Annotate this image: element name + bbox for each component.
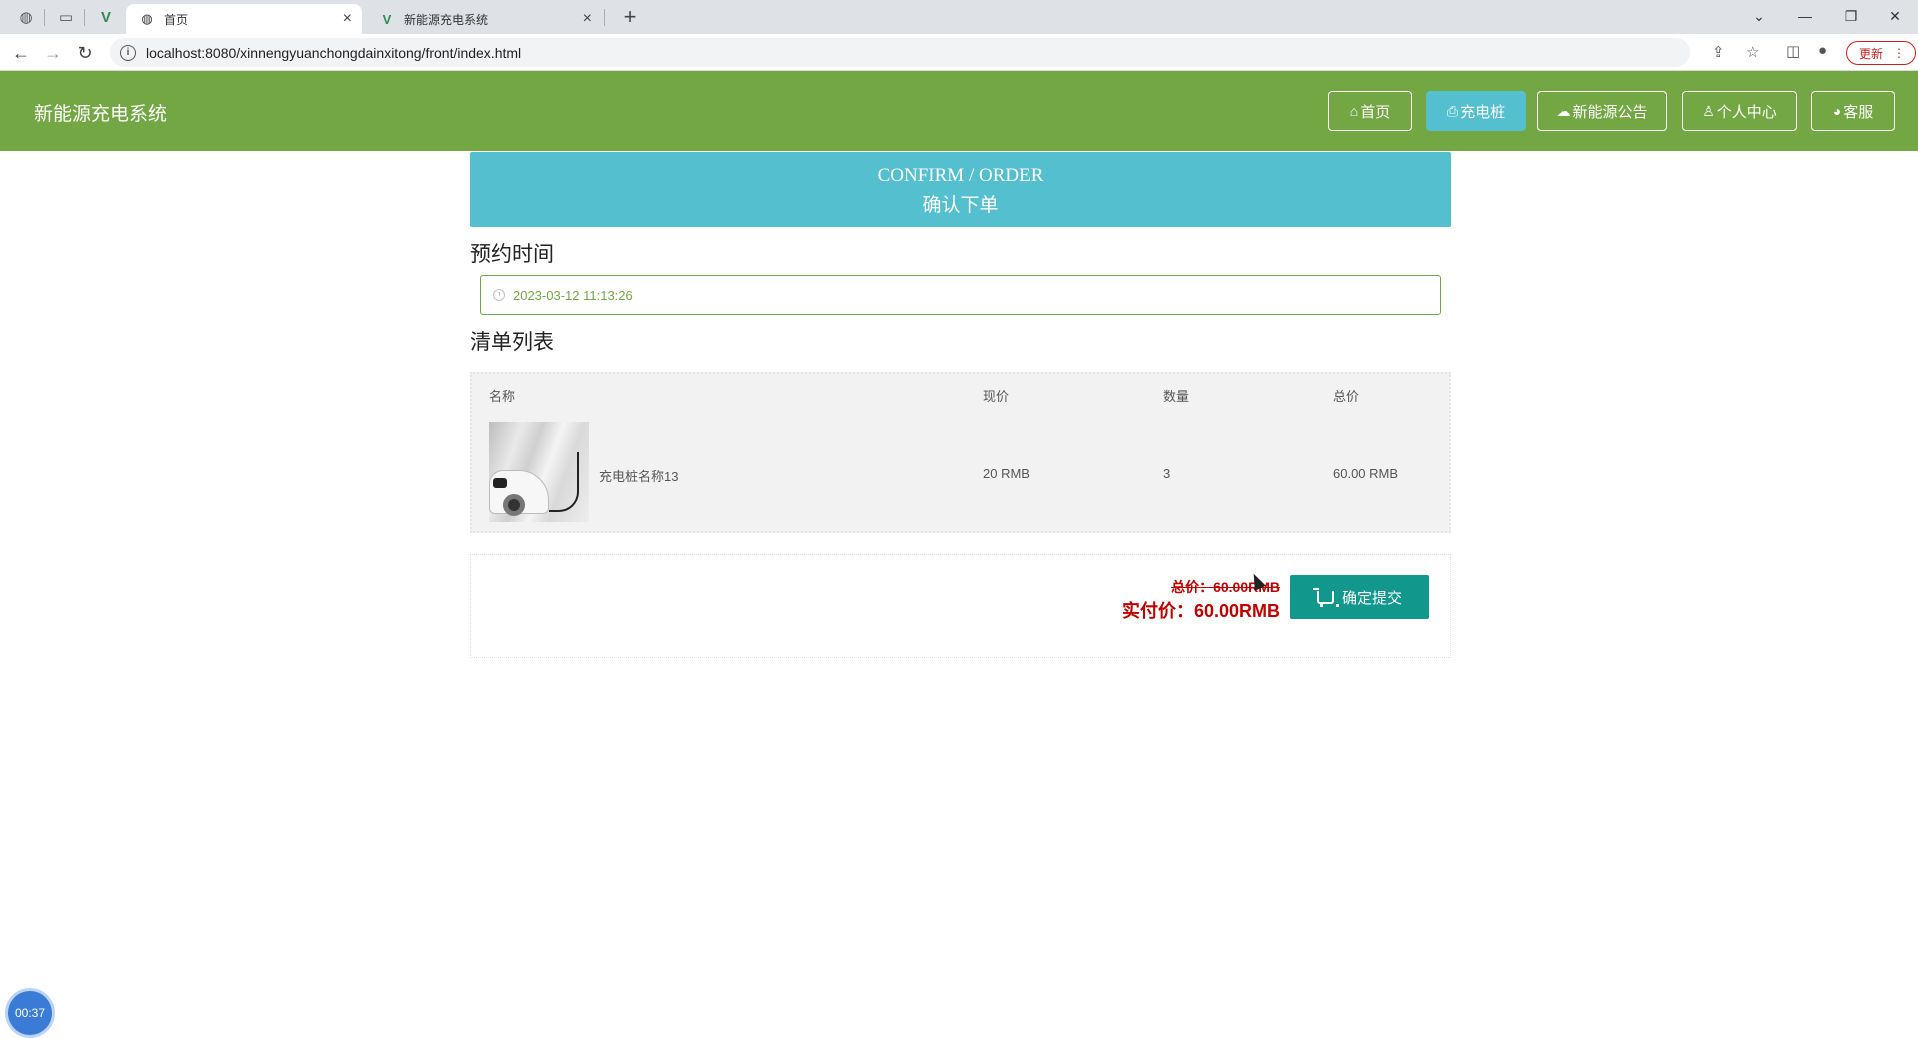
- column-header-total: 总价: [1333, 389, 1360, 404]
- more-menu-icon: ⋮: [1893, 46, 1906, 60]
- nav-personal-center[interactable]: ♙ 个人中心: [1682, 91, 1797, 131]
- product-name: 充电桩名称13: [599, 469, 679, 484]
- nav-customer-service[interactable]: ◕ 客服: [1811, 91, 1895, 131]
- browser-toolbar: ← → ↻ i localhost:8080/xinnengyuanchongd…: [0, 34, 1918, 71]
- booking-time-title: 预约时间: [470, 243, 554, 266]
- order-summary: 总价：60.00RMB 实付价：60.00RMB 确定提交: [470, 554, 1451, 658]
- product-total: 60.00 RMB: [1333, 466, 1399, 481]
- printer-icon: ⎙: [1446, 102, 1459, 119]
- nav-charging-pile[interactable]: ⎙ 充电桩: [1426, 91, 1526, 131]
- tab-separator: [44, 9, 45, 26]
- product-image: [489, 422, 589, 522]
- forward-button[interactable]: →: [40, 40, 66, 66]
- restore-button[interactable]: ❐: [1828, 3, 1874, 29]
- nav-label: 客服: [1843, 103, 1874, 121]
- user-icon: ♙: [1702, 102, 1715, 119]
- tab-title: 首页: [164, 12, 189, 27]
- tab-home[interactable]: ◍ 首页 ×: [126, 4, 362, 34]
- globe-icon: ◍: [141, 11, 153, 26]
- cart-icon: [1312, 587, 1339, 607]
- tab-search-chevron-icon[interactable]: ⌄: [1736, 3, 1782, 29]
- column-header-name: 名称: [489, 389, 516, 404]
- submit-label: 确定提交: [1341, 589, 1402, 607]
- paid-price: 实付价：60.00RMB: [1121, 601, 1280, 621]
- pinned-tab-vue-icon[interactable]: V: [92, 6, 120, 28]
- new-tab-button[interactable]: +: [616, 4, 644, 29]
- brand-title: 新能源充电系统: [34, 104, 168, 125]
- side-panel-icon[interactable]: ◫: [1786, 42, 1800, 60]
- update-label: 更新: [1859, 46, 1884, 61]
- total-price: 总价：60.00RMB: [1171, 579, 1280, 595]
- banner-title-zh: 确认下单: [922, 195, 999, 216]
- reload-button[interactable]: ↻: [72, 40, 98, 66]
- back-button[interactable]: ←: [8, 40, 34, 66]
- clock-icon: [493, 289, 505, 301]
- bookmark-star-icon[interactable]: ☆: [1746, 43, 1759, 61]
- wheel-shape: [503, 494, 525, 516]
- app-header: 新能源充电系统 ⌂ 首页 ⎙ 充电桩 ☁ 新能源公告 ♙ 个人中心 ◕ 客服: [0, 71, 1918, 151]
- url-text[interactable]: localhost:8080/xinnengyuanchongdainxiton…: [146, 45, 521, 61]
- order-list-title: 清单列表: [470, 331, 554, 354]
- service-icon: ◕: [1832, 103, 1842, 119]
- site-info-icon[interactable]: i: [120, 44, 136, 61]
- update-button[interactable]: 更新 ⋮: [1846, 41, 1917, 65]
- nav-announcements[interactable]: ☁ 新能源公告: [1537, 91, 1667, 131]
- nav-home[interactable]: ⌂ 首页: [1328, 91, 1412, 131]
- pinned-tab-page-icon[interactable]: ▭: [52, 6, 80, 28]
- tab-separator: [604, 9, 605, 26]
- share-icon[interactable]: ⇪: [1712, 43, 1725, 61]
- product-price: 20 RMB: [983, 466, 1030, 481]
- submit-order-button[interactable]: 确定提交: [1290, 575, 1429, 619]
- vue-icon: V: [382, 11, 392, 27]
- minimize-button[interactable]: —: [1782, 3, 1828, 29]
- booking-time-value[interactable]: 2023-03-12 11:13:26: [513, 288, 633, 303]
- address-bar[interactable]: i localhost:8080/xinnengyuanchongdainxit…: [110, 38, 1759, 67]
- confirm-order-banner: CONFIRM / ORDER 确认下单: [470, 152, 1451, 227]
- nav-label: 充电桩: [1460, 103, 1506, 121]
- nav-label: 新能源公告: [1572, 103, 1648, 121]
- cable-shape: [549, 452, 579, 512]
- order-table: 名称 现价 数量 总价 充电桩名称13 20 RMB 3 60.00 RMB: [470, 372, 1451, 533]
- home-icon: ⌂: [1349, 103, 1359, 119]
- nav-label: 首页: [1360, 103, 1391, 121]
- charging-port-shape: [493, 478, 507, 488]
- pinned-tab-globe-icon[interactable]: ◍: [12, 6, 40, 28]
- profile-avatar-icon[interactable]: ●: [1818, 42, 1827, 59]
- column-header-price: 现价: [983, 389, 1010, 404]
- column-header-qty: 数量: [1163, 389, 1190, 404]
- tab-separator: [84, 9, 85, 26]
- booking-time-picker[interactable]: 2023-03-12 11:13:26: [480, 275, 1441, 315]
- tab-title: 新能源充电系统: [404, 12, 489, 27]
- close-icon[interactable]: ×: [343, 10, 352, 28]
- banner-title-en: CONFIRM / ORDER: [877, 165, 1044, 186]
- product-qty: 3: [1163, 466, 1171, 481]
- browser-tabbar: ◍ ▭ V ◍ 首页 × V 新能源充电系统 × + ⌄ — ❐ ✕: [0, 0, 1918, 34]
- chat-icon: ☁: [1556, 102, 1571, 119]
- tab-charging-system[interactable]: V 新能源充电系统 ×: [366, 4, 602, 34]
- nav-label: 个人中心: [1716, 103, 1777, 121]
- recording-timer-badge[interactable]: 00:37: [8, 991, 52, 1035]
- close-icon[interactable]: ×: [583, 10, 592, 28]
- window-close-button[interactable]: ✕: [1872, 3, 1918, 29]
